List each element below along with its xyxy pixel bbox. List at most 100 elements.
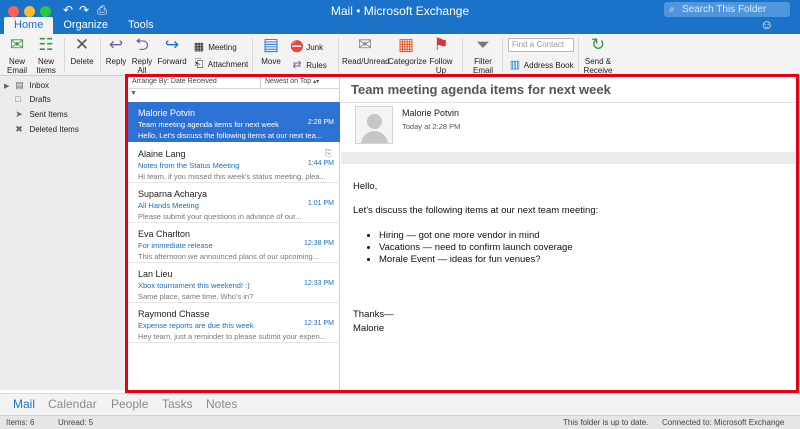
folder-label: Sent Items <box>29 110 68 119</box>
reply-button[interactable]: ↩ Reply <box>104 34 128 66</box>
rules-label: Rules <box>306 61 327 70</box>
send-receive-button[interactable]: ↻ Send & Receive <box>582 34 614 75</box>
message-sender: Raymond Chasse <box>138 309 210 319</box>
message-subject: Xbox tournament this weekend! :) <box>138 281 250 290</box>
nav-mail[interactable]: Mail <box>13 397 35 411</box>
meeting-icon: ▦ <box>193 41 205 53</box>
header-divider <box>341 102 800 103</box>
message-subject: For immediate release <box>138 241 213 250</box>
address-book-icon: ▥ <box>509 59 521 71</box>
junk-label: Junk <box>306 43 324 52</box>
message-body: Hello, Let's discuss the following items… <box>353 180 783 266</box>
new-email-label: New Email <box>6 57 27 75</box>
folder-sent-items[interactable]: ➤ Sent Items <box>4 107 68 121</box>
body-closing: Thanks— <box>353 309 394 320</box>
nav-calendar[interactable]: Calendar <box>48 397 97 411</box>
message-row[interactable]: Lan Lieu Xbox tournament this weekend! :… <box>128 263 340 303</box>
reply-all-label: Reply All <box>131 57 153 75</box>
message-time: 12:38 PM <box>304 240 334 247</box>
message-subject: All Hands Meeting <box>138 201 199 210</box>
collapse-triangle-icon[interactable]: ▼ <box>130 90 137 97</box>
forward-button[interactable]: ↪ Forward <box>156 34 188 66</box>
meeting-button[interactable]: ▦ Meeting <box>192 40 237 53</box>
delete-button[interactable]: ✕ Delete <box>68 34 96 66</box>
find-contact-input[interactable]: Find a Contact <box>508 38 574 52</box>
new-items-button[interactable]: ☷ New Items <box>32 34 60 75</box>
attachment-button[interactable]: ⎗ Attachment <box>192 58 249 71</box>
filter-email-button[interactable]: ⏷ Filter Email <box>468 34 498 75</box>
message-row[interactable]: Malorie Potvin Team meeting agenda items… <box>128 102 340 142</box>
ribbon-separator <box>502 38 503 72</box>
filter-icon: ⏷ <box>476 35 490 54</box>
folder-label: Drafts <box>29 95 51 104</box>
attachment-icon: ⎘ <box>324 148 332 158</box>
body-intro: Let's discuss the following items at our… <box>353 205 599 216</box>
arrange-by-button[interactable]: Arrange By: Date Received <box>132 76 217 88</box>
feedback-smiley-icon[interactable]: ☺ <box>760 17 773 32</box>
message-subject: Expense reports are due this week <box>138 321 254 330</box>
reading-date: Today at 2:28 PM <box>402 122 461 131</box>
attachment-icon: ⎗ <box>194 58 204 70</box>
message-time: 12:31 PM <box>304 320 334 327</box>
sort-arrows-icon: ▴▾ <box>313 79 320 85</box>
follow-up-button[interactable]: ⚑ Follow Up <box>426 34 456 75</box>
new-email-button[interactable]: ✉ New Email <box>4 34 30 75</box>
message-sender: Lan Lieu <box>138 269 173 279</box>
ribbon-separator <box>64 38 65 72</box>
reading-sender[interactable]: Malorie Potvin <box>402 108 459 118</box>
agenda-list: Hiring — got one more vendor in mind Vac… <box>379 230 783 266</box>
message-sender: Eva Charlton <box>138 229 191 239</box>
folder-inbox[interactable]: ▶ ▤ Inbox <box>4 78 49 92</box>
rules-button[interactable]: ⇄ Rules <box>290 58 327 71</box>
categorize-button[interactable]: ▦ Categorize <box>388 34 427 66</box>
message-row[interactable]: Raymond Chasse Expense reports are due t… <box>128 303 340 343</box>
agenda-item: Morale Event — ideas for fun venues? <box>379 254 783 266</box>
message-row[interactable]: Suparna Acharya All Hands Meeting 1:01 P… <box>128 183 340 223</box>
status-items: Items: 6 <box>6 418 35 427</box>
read-unread-button[interactable]: ✉ Read/Unread <box>342 34 390 66</box>
nav-tasks[interactable]: Tasks <box>162 397 193 411</box>
nav-people[interactable]: People <box>111 397 148 411</box>
search-input[interactable]: ⌕ Search This Folder <box>664 2 790 17</box>
message-row[interactable]: ⎘ Alaine Lang Notes from the Status Meet… <box>128 143 340 183</box>
reply-label: Reply <box>105 57 127 66</box>
follow-up-label: Follow Up <box>429 57 453 75</box>
sort-order-button[interactable]: Newest on Top ▴▾ <box>260 76 340 88</box>
categorize-icon: ▦ <box>397 35 415 54</box>
folder-sidebar: ▶ ▤ Inbox □ Drafts ➤ Sent Items ✖ Delete… <box>0 76 126 390</box>
tab-home[interactable]: Home <box>4 17 54 34</box>
inbox-icon: ▤ <box>15 80 24 90</box>
message-time: 2:28 PM <box>307 119 334 126</box>
status-bar: Items: 6 Unread: 5 This folder is up to … <box>0 415 800 429</box>
signature-block: Thanks— Malorie <box>353 308 394 336</box>
message-list: Arrange By: Date Received Newest on Top … <box>128 76 340 390</box>
tab-organize[interactable]: Organize <box>53 17 118 34</box>
folder-deleted-items[interactable]: ✖ Deleted Items <box>4 122 79 136</box>
forward-label: Forward <box>157 57 187 66</box>
envelope-icon: ✉ <box>357 35 373 54</box>
filter-email-label: Filter Email <box>472 57 493 75</box>
ribbon: ✉ New Email ☷ New Items ✕ Delete ↩ Reply… <box>0 34 800 76</box>
list-header: Arrange By: Date Received Newest on Top … <box>128 76 340 89</box>
message-preview: Hey team, just a reminder to please subm… <box>138 332 327 341</box>
folder-label: Deleted Items <box>29 125 79 134</box>
junk-button[interactable]: ⛔ Junk <box>290 40 323 53</box>
navigation-bar: Mail Calendar People Tasks Notes <box>0 393 800 415</box>
message-preview: Hello, Let's discuss the following items… <box>138 131 323 140</box>
avatar-head-icon <box>367 114 382 129</box>
address-book-button[interactable]: ▥ Address Book <box>508 58 574 71</box>
message-preview: Hi team, if you missed this week's statu… <box>138 172 326 181</box>
delete-icon: ✕ <box>74 35 90 54</box>
move-button[interactable]: ▤ Move <box>258 34 284 66</box>
avatar-body-icon <box>361 131 388 143</box>
body-greeting: Hello, <box>353 181 378 192</box>
rules-icon: ⇄ <box>292 59 302 71</box>
message-sender: Malorie Potvin <box>138 108 196 118</box>
message-row[interactable]: Eva Charlton For immediate release 12:38… <box>128 223 340 263</box>
reading-subject: Team meeting agenda items for next week <box>351 82 611 97</box>
folder-drafts[interactable]: □ Drafts <box>4 92 51 106</box>
tab-tools[interactable]: Tools <box>118 17 164 34</box>
reply-all-button[interactable]: ⮌ Reply All <box>130 34 154 75</box>
sort-order-label: Newest on Top <box>265 78 312 85</box>
nav-notes[interactable]: Notes <box>206 397 237 411</box>
